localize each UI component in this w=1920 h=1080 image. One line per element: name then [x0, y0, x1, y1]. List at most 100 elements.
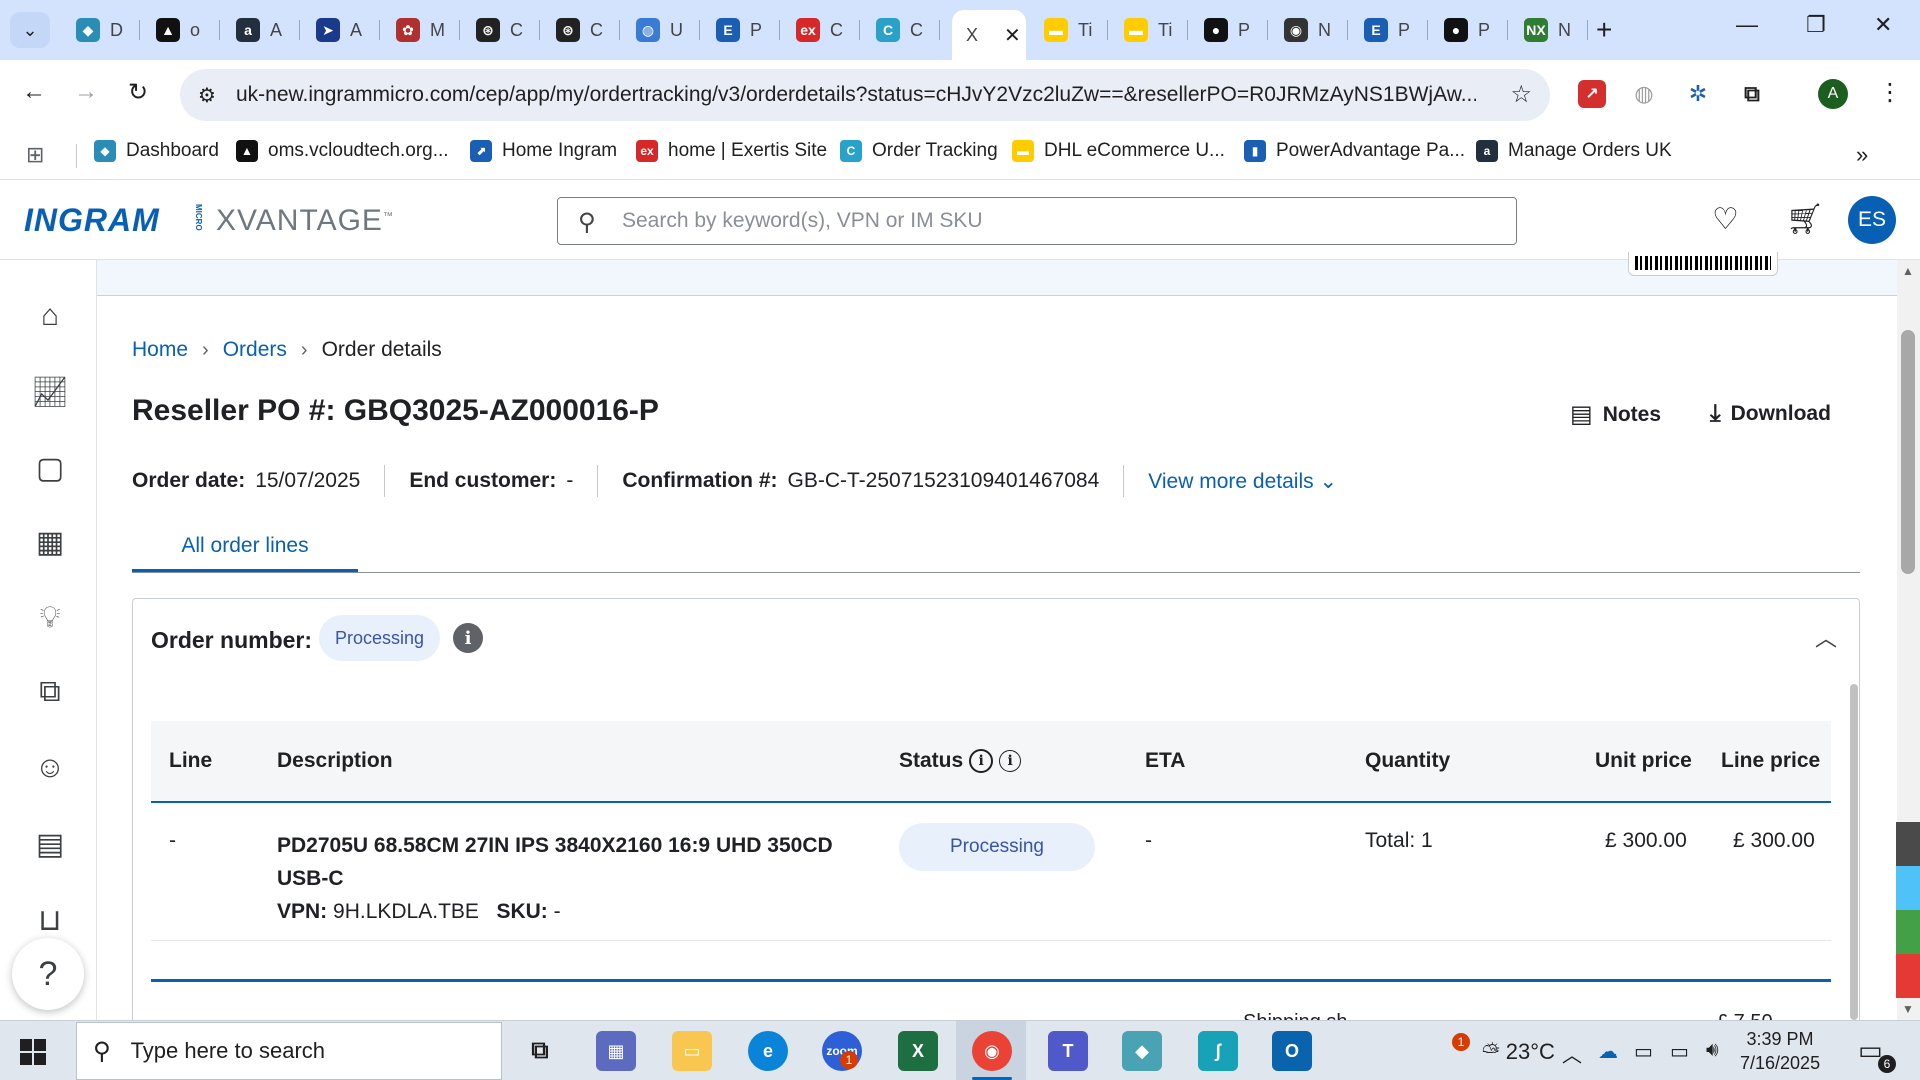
browser-menu-icon[interactable]: ⋮ — [1878, 78, 1902, 107]
browser-tab-after-3[interactable]: ◉ N — [1270, 10, 1348, 50]
download-button[interactable]: ⤓ Download — [1710, 400, 1831, 428]
outlook-icon[interactable]: O — [1272, 1031, 1312, 1071]
breadcrumb-home[interactable]: Home — [132, 338, 188, 362]
site-info-icon[interactable]: ⚙ — [198, 83, 216, 108]
home-icon[interactable]: ⌂ — [30, 296, 70, 336]
page-scrollbar-thumb[interactable] — [1901, 330, 1915, 574]
product-search-input[interactable] — [622, 206, 1482, 236]
bookmark-item[interactable]: a Manage Orders UK — [1476, 140, 1672, 162]
browser-tab-7[interactable]: ◍ U — [622, 10, 700, 50]
bookmark-item[interactable]: C Order Tracking — [840, 140, 998, 162]
help-question-icon[interactable]: ? — [12, 938, 84, 1010]
forward-arrow-icon[interactable]: → — [74, 78, 98, 106]
browser-tab-3[interactable]: ➤ A — [302, 10, 380, 50]
browser-tab-after-2[interactable]: ● P — [1190, 10, 1268, 50]
browser-tab-8[interactable]: EP — [702, 10, 780, 50]
url-text[interactable]: uk-new.ingrammicro.com/cep/app/my/ordert… — [236, 83, 1476, 107]
bookmark-item[interactable]: ex home | Exertis Site — [636, 140, 827, 162]
browser-tab-1[interactable]: ▲ o — [142, 10, 220, 50]
browser-tab-0[interactable]: ◆ D — [62, 10, 140, 50]
calculator-icon[interactable]: ▦ — [596, 1031, 636, 1071]
weather-widget[interactable]: ⛅︎ 23°C — [1482, 1039, 1555, 1065]
tab-search-chevron-icon[interactable]: ⌄ — [10, 12, 50, 48]
browser-tab-2[interactable]: aA — [222, 10, 300, 50]
browser-tab-10[interactable]: CC — [862, 10, 940, 50]
browser-tab-after-6[interactable]: NX N — [1510, 10, 1588, 50]
file-explorer-icon[interactable]: ▭ — [672, 1031, 712, 1071]
onedrive-cloud-icon[interactable]: ☁ — [1598, 1039, 1618, 1064]
card-scrollbar[interactable] — [1848, 684, 1860, 1020]
excel-icon[interactable]: X — [898, 1031, 938, 1071]
restore-icon[interactable]: ❐ — [1806, 12, 1826, 38]
close-tab-icon[interactable]: ✕ — [1004, 23, 1021, 48]
bookmark-item[interactable]: ▮ PowerAdvantage Pa... — [1244, 140, 1465, 162]
gear-extension-icon[interactable]: ✲ — [1684, 80, 1712, 108]
network-icon[interactable]: ▭ — [1670, 1039, 1689, 1064]
windows-start-icon[interactable] — [20, 1039, 46, 1065]
globe-extension-icon[interactable]: ◍ — [1630, 80, 1658, 108]
browser-tab-5[interactable]: ⊛ C — [462, 10, 540, 50]
battery-icon[interactable]: ▭ — [1634, 1039, 1653, 1064]
breadcrumb-orders[interactable]: Orders — [223, 338, 287, 362]
browser-tab-after-0[interactable]: ▬ Ti — [1030, 10, 1108, 50]
reload-icon[interactable]: ↻ — [128, 78, 148, 107]
status-info-icon-secondary[interactable]: i — [999, 750, 1022, 773]
calendar-icon[interactable]: ▤ — [30, 824, 70, 864]
browser-tab-after-5[interactable]: ● P — [1430, 10, 1508, 50]
teams-icon[interactable]: T — [1048, 1031, 1088, 1071]
chevron-up-icon[interactable]: ︿ — [1815, 621, 1837, 653]
favorites-heart-icon[interactable]: ♡ — [1712, 202, 1739, 237]
apps-grid-icon[interactable]: ⊞ — [26, 142, 44, 168]
volume-icon[interactable]: 🔊︎ — [1706, 1039, 1719, 1062]
cart-icon[interactable]: 🛒︎ — [1786, 202, 1824, 237]
support-agent-icon[interactable]: ☺ — [30, 748, 70, 788]
bookmark-star-icon[interactable]: ☆ — [1510, 80, 1532, 109]
browser-profile-avatar[interactable]: A — [1818, 79, 1848, 109]
tab-active[interactable]: X ✕ — [952, 10, 1026, 60]
browser-tab-4[interactable]: ✿ M — [382, 10, 460, 50]
minimize-icon[interactable]: — — [1736, 12, 1758, 38]
shopping-bag-icon[interactable]: ⊔ — [30, 900, 70, 940]
edge-browser-icon[interactable]: e — [748, 1031, 788, 1071]
orders-box-icon[interactable]: ▢ — [30, 448, 70, 488]
system-clock[interactable]: 3:39 PM 7/16/2025 — [1740, 1027, 1820, 1075]
card-scrollbar-thumb[interactable] — [1850, 684, 1858, 1020]
side-widget-tab[interactable] — [1896, 954, 1920, 998]
bookmark-item[interactable]: ▲ oms.vcloudtech.org... — [236, 140, 449, 162]
side-widget-tab[interactable] — [1896, 866, 1920, 910]
tab-all-order-lines[interactable]: All order lines — [132, 526, 358, 572]
status-info-icon[interactable]: i — [969, 749, 994, 774]
info-icon[interactable]: i — [453, 623, 483, 653]
extensions-puzzle-icon[interactable]: ⧉ — [1738, 80, 1766, 108]
side-widget-tab[interactable] — [1896, 910, 1920, 954]
browser-tab-after-4[interactable]: EP — [1350, 10, 1428, 50]
ingram-logo[interactable]: INGRAM — [24, 202, 160, 239]
product-search-box[interactable]: ⚲ — [557, 197, 1517, 245]
app-hexagon-icon[interactable]: ◆ — [1122, 1031, 1162, 1071]
chevron-up-icon[interactable]: ︿ — [1562, 1039, 1582, 1068]
script-app-icon[interactable]: ʃ — [1198, 1031, 1238, 1071]
back-arrow-icon[interactable]: ← — [22, 78, 46, 106]
notes-button[interactable]: ▤ Notes — [1570, 400, 1661, 429]
scroll-down-arrow-icon[interactable]: ▼ — [1902, 1002, 1914, 1016]
browser-tab-6[interactable]: ⊛ C — [542, 10, 620, 50]
xvantage-logo[interactable]: XVANTAGE™ — [216, 204, 394, 238]
chrome-icon[interactable]: ◉ — [972, 1031, 1012, 1071]
more-bookmarks-icon[interactable]: » — [1856, 142, 1868, 168]
scroll-up-arrow-icon[interactable]: ▲ — [1902, 264, 1914, 278]
taskbar-search[interactable]: ⚲ Type here to search — [76, 1022, 502, 1080]
new-tab-plus-icon[interactable]: + — [1596, 14, 1612, 46]
bookmark-item[interactable]: ⬈ Home Ingram — [470, 140, 617, 162]
layers-stack-icon[interactable]: ⧉ — [30, 672, 70, 712]
omnibox[interactable]: ⚙ uk-new.ingrammicro.com/cep/app/my/orde… — [180, 69, 1550, 121]
bookmark-item[interactable]: ▬ DHL eCommerce U... — [1012, 140, 1225, 162]
ideas-lightbulb-icon[interactable]: 💡︎ — [30, 598, 70, 638]
product-title[interactable]: PD2705U 68.58CM 27IN IPS 3840X2160 16:9 … — [277, 829, 857, 895]
browser-tab-after-1[interactable]: ▬ Ti — [1110, 10, 1188, 50]
user-avatar[interactable]: ES — [1848, 196, 1896, 244]
side-widget-tab[interactable] — [1896, 822, 1920, 866]
close-window-icon[interactable]: ✕ — [1874, 12, 1892, 38]
warehouse-building-icon[interactable]: ▦ — [30, 522, 70, 562]
analytics-chart-icon[interactable]: 📈︎ — [30, 372, 70, 412]
bookmark-item[interactable]: ◆ Dashboard — [94, 140, 219, 162]
